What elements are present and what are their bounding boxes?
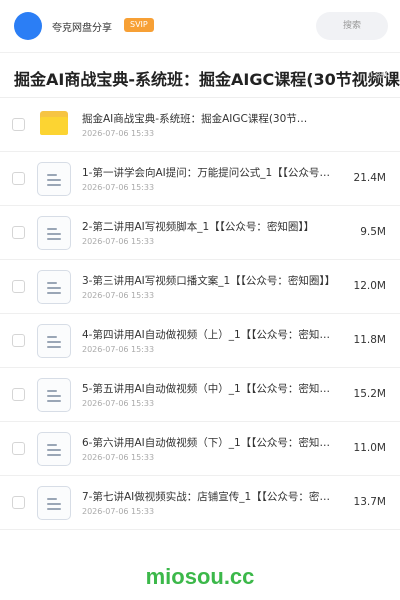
total-size: 0.8M (368, 71, 388, 80)
file-row[interactable]: 4-第四讲用AI自动做视频（上）_1【【公众号：密知圈】】 2026-07-06… (0, 314, 400, 368)
document-icon (37, 432, 71, 466)
file-name: 5-第五讲用AI自动做视频（中）_1【【公众号：密知圈】】 (82, 383, 338, 395)
file-date: 2026-07-06 15:33 (82, 453, 155, 462)
file-date: 2026-07-06 15:33 (82, 129, 155, 138)
file-size: 11.0M (353, 442, 386, 454)
file-size: 9.5M (360, 226, 386, 238)
file-date: 2026-07-06 15:33 (82, 183, 155, 192)
document-icon (37, 378, 71, 412)
file-name: 6-第六讲用AI自动做视频（下）_1【【公众号：密知圈】】 (82, 437, 338, 449)
title-bar: 掘金AI商战宝典-系统班：掘金AIGC课程(30节视频课) 0.8M (0, 52, 400, 98)
watermark: miosou.cc (145, 564, 255, 589)
file-size: 13.7M (353, 496, 386, 508)
file-size: 12.0M (353, 280, 386, 292)
row-checkbox[interactable] (12, 388, 25, 401)
file-name: 7-第七讲AI做视频实战：店铺宣传_1【【公众号：密知圈】】 (82, 491, 338, 503)
file-name: 3-第三讲用AI写视频口播文案_1【【公众号：密知圈】】 (82, 275, 336, 287)
document-icon (37, 162, 71, 196)
row-checkbox[interactable] (12, 280, 25, 293)
page-title: 掘金AI商战宝典-系统班：掘金AIGC课程(30节视频课) (14, 70, 400, 89)
file-size: 21.4M (353, 172, 386, 184)
row-checkbox[interactable] (12, 118, 25, 131)
file-row[interactable]: 1-第一讲学会向AI提问：万能提问公式_1【【公众号：密知圈】 2026-07-… (0, 152, 400, 206)
file-date: 2026-07-06 15:33 (82, 291, 155, 300)
folder-icon (40, 111, 68, 135)
file-date: 2026-07-06 15:33 (82, 507, 155, 516)
row-checkbox[interactable] (12, 442, 25, 455)
row-checkbox[interactable] (12, 496, 25, 509)
search-input[interactable]: 搜索 (316, 12, 388, 40)
file-date: 2026-07-06 15:33 (82, 399, 155, 408)
document-icon (37, 486, 71, 520)
file-date: 2026-07-06 15:33 (82, 345, 155, 354)
document-icon (37, 270, 71, 304)
file-row[interactable]: 掘金AI商战宝典-系统班：掘金AIGC课程(30节… 2026-07-06 15… (0, 98, 400, 152)
file-name: 2-第二讲用AI写视频脚本_1【【公众号：密知圈】】 (82, 221, 315, 233)
header: 夸克网盘分享 SVIP 搜索 (0, 0, 400, 52)
avatar[interactable] (14, 12, 42, 40)
file-date: 2026-07-06 15:33 (82, 237, 155, 246)
svip-badge: SVIP (124, 18, 154, 32)
file-row[interactable]: 3-第三讲用AI写视频口播文案_1【【公众号：密知圈】】 2026-07-06 … (0, 260, 400, 314)
file-row[interactable]: 2-第二讲用AI写视频脚本_1【【公众号：密知圈】】 2026-07-06 15… (0, 206, 400, 260)
document-icon (37, 324, 71, 358)
file-row[interactable]: 5-第五讲用AI自动做视频（中）_1【【公众号：密知圈】】 2026-07-06… (0, 368, 400, 422)
file-name: 4-第四讲用AI自动做视频（上）_1【【公众号：密知圈】】 (82, 329, 338, 341)
file-row[interactable]: 6-第六讲用AI自动做视频（下）_1【【公众号：密知圈】】 2026-07-06… (0, 422, 400, 476)
document-icon (37, 216, 71, 250)
file-name: 1-第一讲学会向AI提问：万能提问公式_1【【公众号：密知圈】 (82, 167, 338, 179)
row-checkbox[interactable] (12, 172, 25, 185)
row-checkbox[interactable] (12, 226, 25, 239)
file-size: 15.2M (353, 388, 386, 400)
share-title: 夸克网盘分享 (52, 23, 112, 34)
file-size: 11.8M (353, 334, 386, 346)
file-list: 掘金AI商战宝典-系统班：掘金AIGC课程(30节… 2026-07-06 15… (0, 98, 400, 530)
row-checkbox[interactable] (12, 334, 25, 347)
file-row[interactable]: 7-第七讲AI做视频实战：店铺宣传_1【【公众号：密知圈】】 2026-07-0… (0, 476, 400, 530)
file-name: 掘金AI商战宝典-系统班：掘金AIGC课程(30节… (82, 113, 308, 125)
